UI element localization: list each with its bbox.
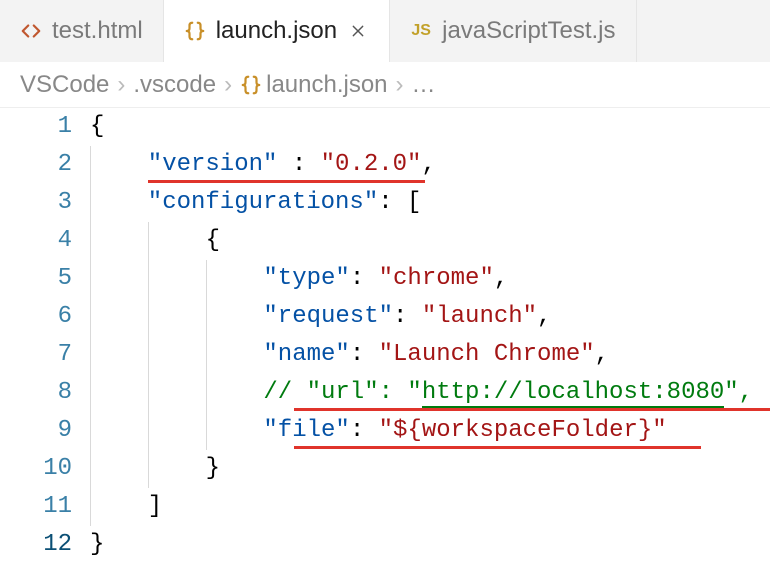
- code-line[interactable]: "file": "${workspaceFolder}": [90, 412, 770, 450]
- code-token: "file": [263, 417, 349, 444]
- indent-guide: [206, 374, 264, 412]
- line-number-gutter: 123456789101112: [0, 108, 90, 564]
- code-editor[interactable]: 123456789101112 {"version" : "0.2.0","co…: [0, 108, 770, 564]
- code-token: "request": [263, 303, 393, 330]
- code-token: :: [277, 151, 320, 178]
- json-icon: [240, 74, 262, 96]
- indent-guide: [90, 450, 148, 488]
- json-icon: [184, 20, 206, 42]
- breadcrumb-segment[interactable]: VSCode: [20, 71, 109, 99]
- line-number: 6: [0, 298, 72, 336]
- indent-guide: [90, 336, 148, 374]
- indent-guide: [148, 298, 206, 336]
- tab-launch-json[interactable]: launch.json: [164, 0, 390, 62]
- line-number: 8: [0, 374, 72, 412]
- chevron-right-icon: ›: [115, 71, 127, 99]
- code-token: "chrome": [379, 265, 494, 292]
- code-token: :: [350, 265, 379, 292]
- indent-guide: [90, 298, 148, 336]
- close-icon[interactable]: [347, 20, 369, 42]
- indent-guide: [148, 222, 206, 260]
- indent-guide: [90, 184, 148, 222]
- line-number: 7: [0, 336, 72, 374]
- tab-label: test.html: [52, 17, 143, 45]
- code-token: ,: [537, 303, 551, 330]
- indent-guide: [206, 412, 264, 450]
- line-number: 9: [0, 412, 72, 450]
- code-line[interactable]: {: [90, 108, 770, 146]
- code-token: "Launch Chrome": [379, 341, 595, 368]
- code-token: "0.2.0": [321, 151, 422, 178]
- chevron-right-icon: ›: [222, 71, 234, 99]
- code-area[interactable]: {"version" : "0.2.0","configurations": […: [90, 108, 770, 564]
- code-token: : [: [378, 189, 421, 216]
- indent-guide: [206, 298, 264, 336]
- tab-label: launch.json: [216, 17, 337, 45]
- breadcrumb-segment[interactable]: .vscode: [133, 71, 216, 99]
- code-token: }: [206, 455, 220, 482]
- line-number: 11: [0, 488, 72, 526]
- code-token: ,: [421, 151, 435, 178]
- code-line[interactable]: "request": "launch",: [90, 298, 770, 336]
- code-token: }: [90, 531, 104, 558]
- line-number: 10: [0, 450, 72, 488]
- code-token: "name": [263, 341, 349, 368]
- code-token: "configurations": [148, 189, 378, 216]
- indent-guide: [148, 412, 206, 450]
- code-token: "type": [263, 265, 349, 292]
- html-icon: [20, 20, 42, 42]
- code-token: "launch": [422, 303, 537, 330]
- breadcrumb-tail[interactable]: …: [412, 71, 436, 99]
- code-token: :: [350, 341, 379, 368]
- tab-javascripttest-js[interactable]: JS javaScriptTest.js: [390, 0, 636, 62]
- indent-guide: [148, 450, 206, 488]
- code-line[interactable]: "version" : "0.2.0",: [90, 146, 770, 184]
- code-token: ,: [494, 265, 508, 292]
- breadcrumb: VSCode › .vscode › launch.json › …: [0, 62, 770, 108]
- code-line[interactable]: }: [90, 450, 770, 488]
- code-line[interactable]: ]: [90, 488, 770, 526]
- code-token: {: [90, 113, 104, 140]
- indent-guide: [90, 488, 148, 526]
- breadcrumb-segment[interactable]: launch.json: [240, 71, 387, 99]
- indent-guide: [148, 260, 206, 298]
- code-token: {: [206, 227, 220, 254]
- code-token: http://localhost:8080: [422, 379, 724, 408]
- code-token: "${workspaceFolder}": [379, 417, 667, 444]
- indent-guide: [90, 412, 148, 450]
- chevron-right-icon: ›: [394, 71, 406, 99]
- code-line[interactable]: "configurations": [: [90, 184, 770, 222]
- indent-guide: [206, 260, 264, 298]
- tab-bar: test.html launch.json JS javaScriptTest.…: [0, 0, 770, 62]
- indent-guide: [90, 260, 148, 298]
- indent-guide: [148, 336, 206, 374]
- code-line[interactable]: }: [90, 526, 770, 564]
- tab-test-html[interactable]: test.html: [0, 0, 164, 62]
- indent-guide: [90, 222, 148, 260]
- code-token: :: [350, 417, 379, 444]
- indent-guide: [90, 374, 148, 412]
- js-icon: JS: [410, 20, 432, 42]
- code-token: "version": [148, 151, 278, 178]
- indent-guide: [206, 336, 264, 374]
- code-line[interactable]: // "url": "http://localhost:8080",: [90, 374, 770, 412]
- line-number: 12: [0, 526, 72, 564]
- line-number: 3: [0, 184, 72, 222]
- line-number: 4: [0, 222, 72, 260]
- code-line[interactable]: {: [90, 222, 770, 260]
- code-token: ",: [724, 379, 753, 406]
- tab-label: javaScriptTest.js: [442, 17, 615, 45]
- code-token: ,: [595, 341, 609, 368]
- code-line[interactable]: "type": "chrome",: [90, 260, 770, 298]
- code-token: ]: [148, 493, 162, 520]
- code-line[interactable]: "name": "Launch Chrome",: [90, 336, 770, 374]
- indent-guide: [90, 146, 148, 184]
- line-number: 2: [0, 146, 72, 184]
- line-number: 1: [0, 108, 72, 146]
- line-number: 5: [0, 260, 72, 298]
- code-token: :: [393, 303, 422, 330]
- indent-guide: [148, 374, 206, 412]
- code-token: // "url": ": [263, 379, 421, 406]
